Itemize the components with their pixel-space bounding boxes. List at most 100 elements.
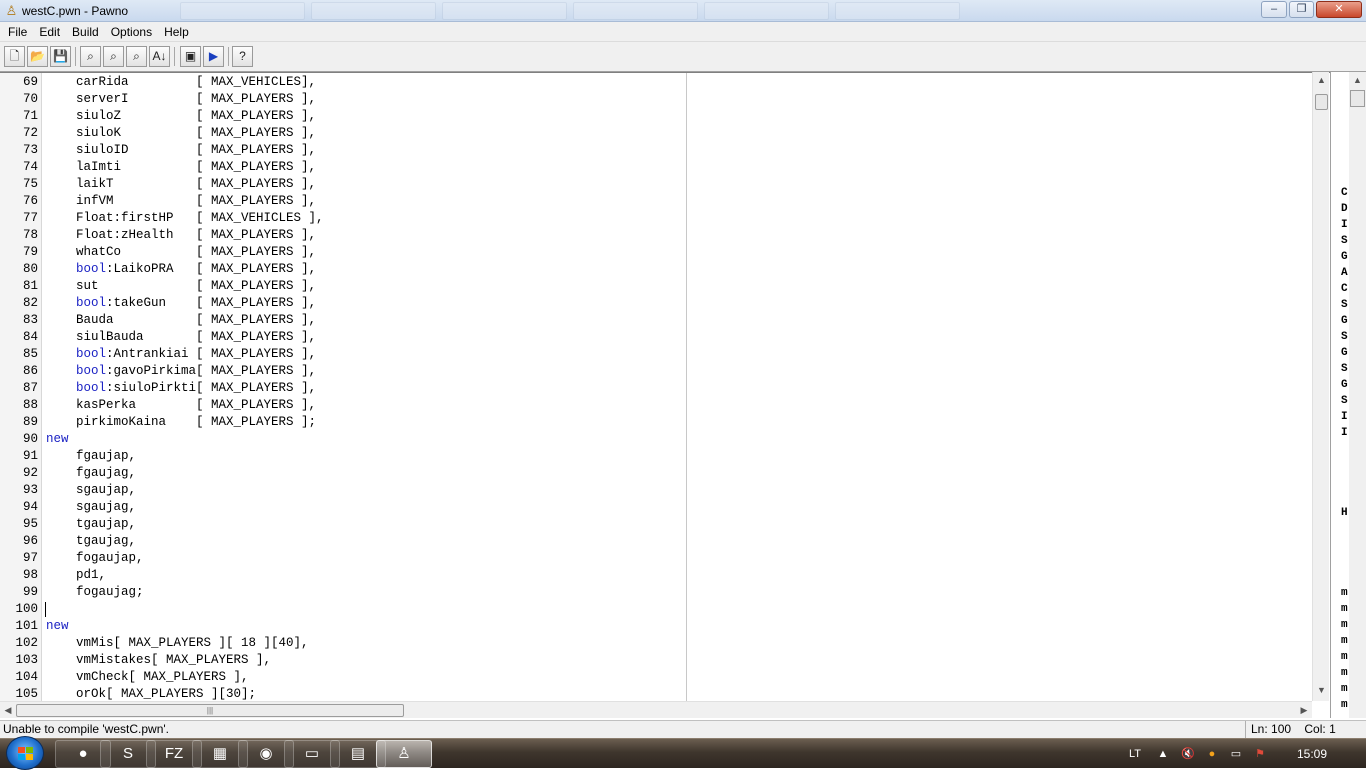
compile-icon[interactable]: ▣ xyxy=(180,46,201,67)
editor-horizontal-scrollbar[interactable]: ◀ ||| ▶ xyxy=(0,701,1312,718)
code-line[interactable]: 101 new xyxy=(0,618,1310,635)
run-icon[interactable]: ▶ xyxy=(203,46,224,67)
function-list-item[interactable]: m xyxy=(1341,649,1353,665)
scroll-right-icon[interactable]: ▶ xyxy=(1296,702,1312,719)
code-line[interactable]: 71 siuloZ [ MAX_PLAYERS ], xyxy=(0,108,1310,125)
find-icon[interactable]: ⌕ xyxy=(80,46,101,67)
function-list-item[interactable]: m xyxy=(1341,697,1353,713)
code-line[interactable]: 74 laImti [ MAX_PLAYERS ], xyxy=(0,159,1310,176)
code-line[interactable]: 104 vmCheck[ MAX_PLAYERS ], xyxy=(0,669,1310,686)
scroll-up-icon[interactable]: ▲ xyxy=(1349,72,1366,89)
code-line[interactable]: 85 bool:Antrankiai [ MAX_PLAYERS ], xyxy=(0,346,1310,363)
code-line[interactable]: 73 siuloID [ MAX_PLAYERS ], xyxy=(0,142,1310,159)
volume-muted-icon[interactable]: 🔇 xyxy=(1178,739,1198,769)
close-button[interactable]: ✕ xyxy=(1316,1,1362,18)
scroll-thumb[interactable] xyxy=(1315,94,1328,110)
function-list-item[interactable]: I xyxy=(1341,425,1353,441)
replace-icon[interactable]: ⌕ xyxy=(126,46,147,67)
code-line[interactable]: 90 new xyxy=(0,431,1310,448)
function-list-item[interactable]: S xyxy=(1341,329,1353,345)
code-line[interactable]: 89 pirkimoKaina [ MAX_PLAYERS ]; xyxy=(0,414,1310,431)
function-list-item[interactable]: I xyxy=(1341,409,1353,425)
menu-build[interactable]: Build xyxy=(66,22,105,42)
function-list-item[interactable]: H xyxy=(1341,505,1353,521)
function-list-item[interactable]: C xyxy=(1341,281,1353,297)
scroll-down-icon[interactable]: ▼ xyxy=(1313,682,1330,699)
find-next-icon[interactable]: ⌕ xyxy=(103,46,124,67)
code-line[interactable]: 84 siulBauda [ MAX_PLAYERS ], xyxy=(0,329,1310,346)
code-line[interactable]: 88 kasPerka [ MAX_PLAYERS ], xyxy=(0,397,1310,414)
code-line[interactable]: 94 sgaujag, xyxy=(0,499,1310,516)
taskbar-pawno-icon[interactable]: ♙ xyxy=(376,740,432,768)
code-line[interactable]: 80 bool:LaikoPRA [ MAX_PLAYERS ], xyxy=(0,261,1310,278)
code-line[interactable]: 103 vmMistakes[ MAX_PLAYERS ], xyxy=(0,652,1310,669)
code-line[interactable]: 100 xyxy=(0,601,1310,618)
open-folder-icon[interactable]: 📂 xyxy=(27,46,48,67)
function-list-item[interactable]: S xyxy=(1341,361,1353,377)
function-list-item[interactable]: S xyxy=(1341,233,1353,249)
function-list-item[interactable]: m xyxy=(1341,633,1353,649)
language-indicator[interactable]: LT xyxy=(1124,739,1146,769)
code-line[interactable]: 93 sgaujap, xyxy=(0,482,1310,499)
function-list-item[interactable]: I xyxy=(1341,217,1353,233)
function-list-item[interactable]: G xyxy=(1341,377,1353,393)
function-list-item[interactable]: m xyxy=(1341,617,1353,633)
code-line[interactable]: 78 Float:zHealth [ MAX_PLAYERS ], xyxy=(0,227,1310,244)
code-line[interactable]: 91 fgaujap, xyxy=(0,448,1310,465)
new-file-icon[interactable]: 🗋 xyxy=(4,46,25,67)
menu-edit[interactable]: Edit xyxy=(33,22,66,42)
function-list-item[interactable]: G xyxy=(1341,345,1353,361)
function-list-item[interactable]: m xyxy=(1341,681,1353,697)
code-line[interactable]: 96 tgaujag, xyxy=(0,533,1310,550)
app-tray-icon[interactable]: ● xyxy=(1202,739,1222,769)
code-line[interactable]: 98 pd1, xyxy=(0,567,1310,584)
function-list-item[interactable]: D xyxy=(1341,201,1353,217)
code-line[interactable]: 77 Float:firstHP [ MAX_VEHICLES ], xyxy=(0,210,1310,227)
minimize-button[interactable]: ‒ xyxy=(1261,1,1287,18)
function-list-item[interactable]: S xyxy=(1341,297,1353,313)
scroll-thumb[interactable]: ||| xyxy=(16,704,404,717)
function-list-item[interactable]: G xyxy=(1341,313,1353,329)
code-line[interactable]: 95 tgaujap, xyxy=(0,516,1310,533)
start-button[interactable] xyxy=(6,736,44,770)
code-line[interactable]: 76 infVM [ MAX_PLAYERS ], xyxy=(0,193,1310,210)
function-list-item[interactable]: m xyxy=(1341,601,1353,617)
show-hidden-icons-icon[interactable]: ▲ xyxy=(1155,739,1171,769)
code-editor[interactable]: 69 carRida [ MAX_VEHICLES], 70 serverI [ … xyxy=(0,72,1330,701)
code-line[interactable]: 75 laikT [ MAX_PLAYERS ], xyxy=(0,176,1310,193)
scroll-up-icon[interactable]: ▲ xyxy=(1313,72,1330,89)
code-line[interactable]: 69 carRida [ MAX_VEHICLES], xyxy=(0,74,1310,91)
menu-help[interactable]: Help xyxy=(158,22,195,42)
function-list-item[interactable]: m xyxy=(1341,585,1353,601)
function-list-item[interactable]: A xyxy=(1341,265,1353,281)
menu-file[interactable]: File xyxy=(2,22,33,42)
code-line[interactable]: 70 serverI [ MAX_PLAYERS ], xyxy=(0,91,1310,108)
code-line[interactable]: 87 bool:siuloPirkti[ MAX_PLAYERS ], xyxy=(0,380,1310,397)
action-center-icon[interactable]: ⚑ xyxy=(1250,739,1270,769)
code-line[interactable]: 83 Bauda [ MAX_PLAYERS ], xyxy=(0,312,1310,329)
function-list-item[interactable]: G xyxy=(1341,249,1353,265)
network-icon[interactable]: ▭ xyxy=(1226,739,1246,769)
function-list-item[interactable]: C xyxy=(1341,185,1353,201)
code-line[interactable]: 105 orOk[ MAX_PLAYERS ][30]; xyxy=(0,686,1310,701)
code-line[interactable]: 99 fogaujag; xyxy=(0,584,1310,601)
menu-options[interactable]: Options xyxy=(105,22,158,42)
code-line[interactable]: 72 siuloK [ MAX_PLAYERS ], xyxy=(0,125,1310,142)
code-line[interactable]: 82 bool:takeGun [ MAX_PLAYERS ], xyxy=(0,295,1310,312)
function-list-panel[interactable]: ▲ CDISGACSGSGSGSIIHmmmmmmmm xyxy=(1330,72,1366,718)
save-icon[interactable]: 💾 xyxy=(50,46,71,67)
code-line[interactable]: 97 fogaujap, xyxy=(0,550,1310,567)
scroll-left-icon[interactable]: ◀ xyxy=(0,702,16,719)
function-list-item[interactable]: S xyxy=(1341,393,1353,409)
code-line[interactable]: 102 vmMis[ MAX_PLAYERS ][ 18 ][40], xyxy=(0,635,1310,652)
maximize-button[interactable]: ❐ xyxy=(1289,1,1314,18)
editor-vertical-scrollbar[interactable]: ▲ ▼ xyxy=(1312,72,1329,701)
clock[interactable]: 15:09 xyxy=(1292,739,1332,769)
function-list-item[interactable]: m xyxy=(1341,665,1353,681)
code-line[interactable]: 86 bool:gavoPirkima[ MAX_PLAYERS ], xyxy=(0,363,1310,380)
code-line[interactable]: 81 sut [ MAX_PLAYERS ], xyxy=(0,278,1310,295)
goto-line-icon[interactable]: A↓ xyxy=(149,46,170,67)
code-line[interactable]: 79 whatCo [ MAX_PLAYERS ], xyxy=(0,244,1310,261)
help-icon[interactable]: ? xyxy=(232,46,253,67)
code-line[interactable]: 92 fgaujag, xyxy=(0,465,1310,482)
